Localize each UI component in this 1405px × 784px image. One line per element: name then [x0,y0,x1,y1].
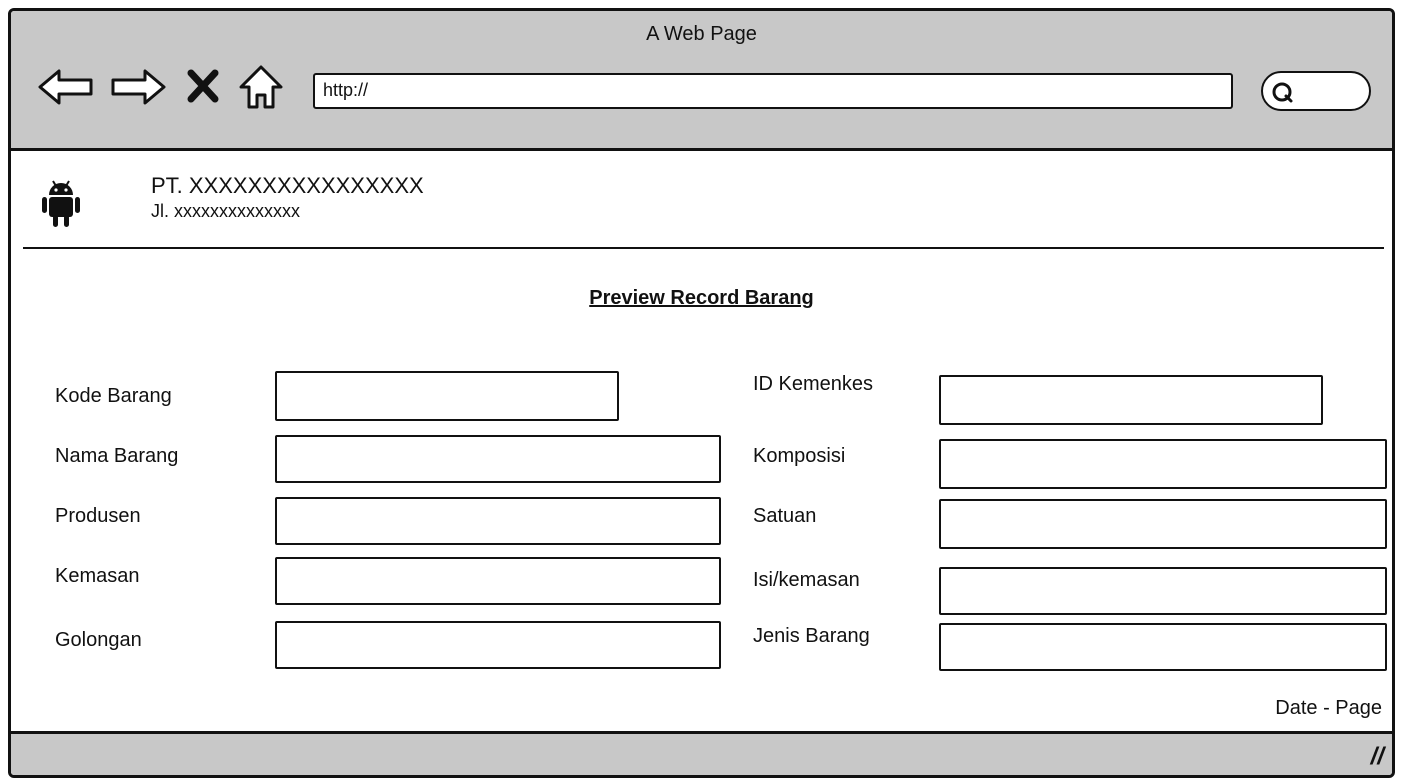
label-isi-kemasan: Isi/kemasan [753,569,860,591]
address-bar[interactable]: http:// [313,73,1233,109]
forward-arrow-icon[interactable] [109,67,167,107]
label-nama-barang: Nama Barang [55,445,179,467]
label-kode-barang: Kode Barang [55,385,172,407]
search-field[interactable] [1261,71,1371,111]
golongan-field[interactable] [275,621,721,669]
form-title: Preview Record Barang [589,287,814,309]
produsen-field[interactable] [275,497,721,545]
label-kemasan: Kemasan [55,565,140,587]
company-name: PT. XXXXXXXXXXXXXXXX [151,173,424,198]
company-info: PT. XXXXXXXXXXXXXXXX Jl. xxxxxxxxxxxxxx [151,173,424,222]
komposisi-field[interactable] [939,439,1387,489]
label-golongan: Golongan [55,629,142,651]
kemasan-field[interactable] [275,557,721,605]
satuan-field[interactable] [939,499,1387,549]
isi-kemasan-field[interactable] [939,567,1387,615]
label-komposisi: Komposisi [753,445,846,467]
label-id-kemenkes: ID Kemenkes [753,373,874,395]
browser-toolbar: A Web Page http:// [11,11,1392,151]
android-icon [42,180,80,227]
label-produsen: Produsen [55,505,141,527]
close-icon[interactable] [185,69,221,103]
kode-barang-field[interactable] [275,371,619,421]
jenis-barang-field[interactable] [939,623,1387,671]
id-kemenkes-field[interactable] [939,375,1323,425]
resize-grip-icon[interactable]: // [1371,743,1384,771]
company-address: Jl. xxxxxxxxxxxxxx [151,201,301,221]
label-satuan: Satuan [753,505,817,527]
nama-barang-field[interactable] [275,435,721,483]
label-jenis-barang: Jenis Barang [753,625,870,647]
date-page-label: Date - Page [1275,697,1382,719]
search-icon [1272,82,1293,103]
back-arrow-icon[interactable] [37,67,95,107]
window-title: A Web Page [646,23,757,45]
status-bar: // [11,731,1392,775]
browser-window: A Web Page http:// PT. XXXXXXXXXXXXXXXX … [8,8,1395,778]
home-icon[interactable] [237,63,285,111]
header-divider [23,247,1384,249]
